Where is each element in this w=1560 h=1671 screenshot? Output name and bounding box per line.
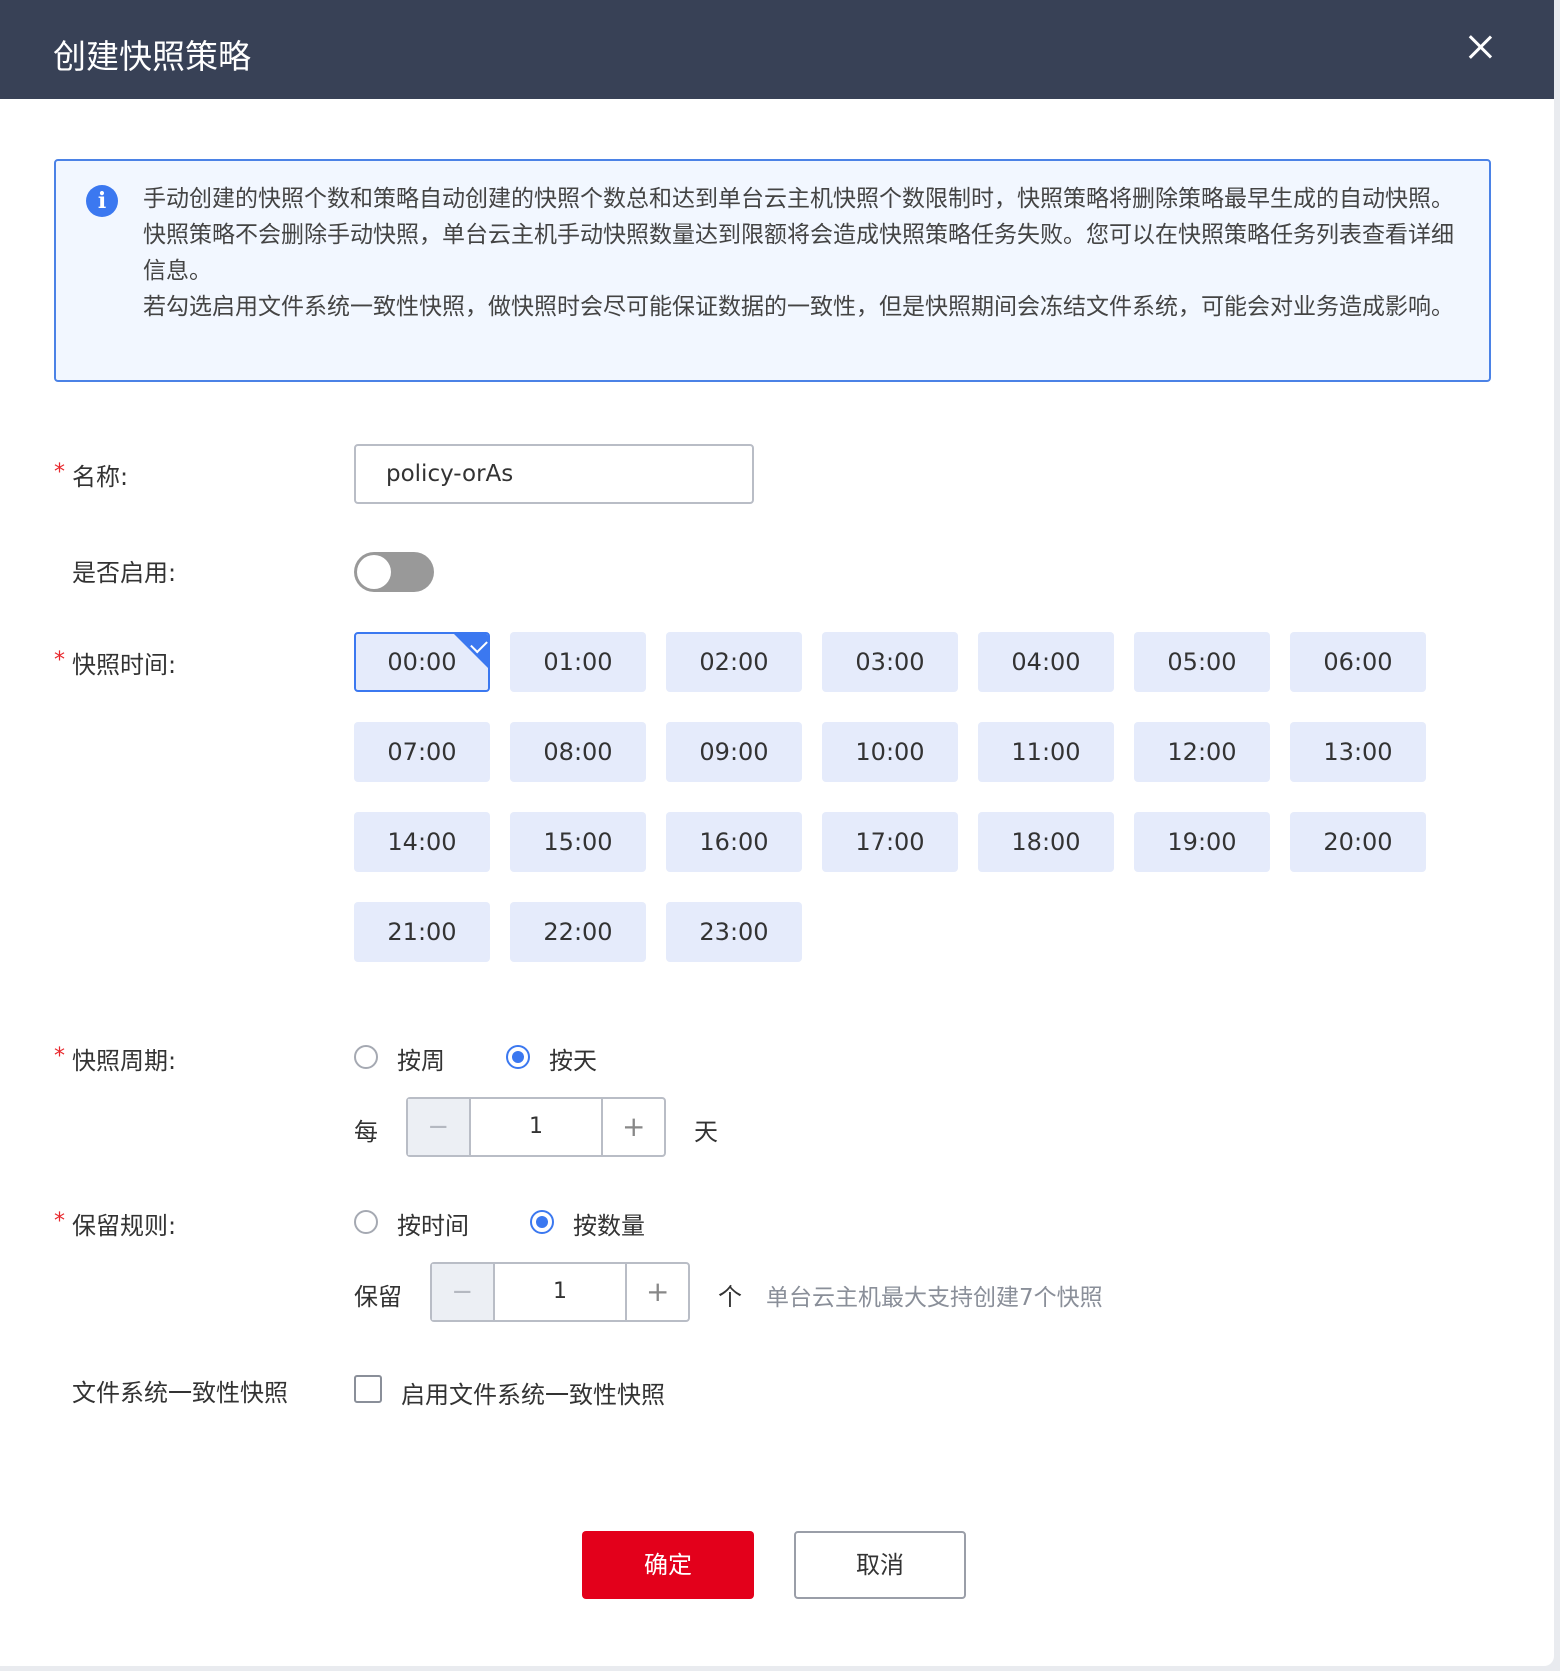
hour-option-label: 21:00 xyxy=(387,918,457,946)
fs-consistency-checkbox[interactable] xyxy=(354,1375,382,1403)
hour-option[interactable]: 02:00 xyxy=(666,632,802,692)
hour-option[interactable]: 01:00 xyxy=(510,632,646,692)
fs-consistency-label: 文件系统一致性快照 xyxy=(72,1379,288,1407)
name-label: 名称: xyxy=(72,463,129,491)
hour-option-label: 14:00 xyxy=(387,828,457,856)
required-mark: * xyxy=(54,460,65,485)
hour-option[interactable]: 03:00 xyxy=(822,632,958,692)
close-icon[interactable] xyxy=(1462,30,1498,66)
radio-period-weekly-label[interactable]: 按周 xyxy=(397,1041,445,1076)
retention-value[interactable]: 1 xyxy=(495,1264,626,1320)
hour-option-label: 19:00 xyxy=(1167,828,1237,856)
hour-option-label: 16:00 xyxy=(699,828,769,856)
hour-option-label: 12:00 xyxy=(1167,738,1237,766)
hour-option-label: 15:00 xyxy=(543,828,613,856)
hour-option[interactable]: 04:00 xyxy=(978,632,1114,692)
decrement-button[interactable]: − xyxy=(408,1099,471,1155)
required-mark: * xyxy=(54,648,65,673)
hour-option[interactable]: 11:00 xyxy=(978,722,1114,782)
radio-retention-count-label[interactable]: 按数量 xyxy=(573,1206,645,1241)
hour-option-label: 20:00 xyxy=(1323,828,1393,856)
hour-option-label: 03:00 xyxy=(855,648,925,676)
hour-option[interactable]: 12:00 xyxy=(1134,722,1270,782)
radio-retention-time-label[interactable]: 按时间 xyxy=(397,1206,469,1241)
hour-option[interactable]: 07:00 xyxy=(354,722,490,782)
hour-option-label: 07:00 xyxy=(387,738,457,766)
hour-option-label: 06:00 xyxy=(1323,648,1393,676)
hour-option-label: 17:00 xyxy=(855,828,925,856)
hour-option[interactable]: 19:00 xyxy=(1134,812,1270,872)
hour-option[interactable]: 17:00 xyxy=(822,812,958,872)
hour-option[interactable]: 00:00 xyxy=(354,632,490,692)
hour-option[interactable]: 20:00 xyxy=(1290,812,1426,872)
create-snapshot-policy-dialog: 创建快照策略 i 手动创建的快照个数和策略自动创建的快照个数总和达到单台云主机快… xyxy=(0,0,1554,1666)
confirm-button[interactable]: 确定 xyxy=(582,1531,754,1599)
radio-period-weekly[interactable] xyxy=(354,1045,378,1069)
required-mark: * xyxy=(54,1209,65,1234)
hour-option[interactable]: 10:00 xyxy=(822,722,958,782)
period-value[interactable]: 1 xyxy=(471,1099,602,1155)
hour-option-label: 05:00 xyxy=(1167,648,1237,676)
hour-option-label: 01:00 xyxy=(543,648,613,676)
hour-option-label: 22:00 xyxy=(543,918,613,946)
notice-text: 手动创建的快照个数和策略自动创建的快照个数总和达到单台云主机快照个数限制时，快照… xyxy=(143,181,1473,325)
hour-option-label: 10:00 xyxy=(855,738,925,766)
hour-option[interactable]: 23:00 xyxy=(666,902,802,962)
hour-option-label: 09:00 xyxy=(699,738,769,766)
hour-option[interactable]: 15:00 xyxy=(510,812,646,872)
retention-rule-label: 保留规则: xyxy=(72,1212,177,1240)
hour-option-label: 11:00 xyxy=(1011,738,1081,766)
hour-option[interactable]: 06:00 xyxy=(1290,632,1426,692)
period-stepper: − 1 + xyxy=(406,1097,666,1157)
retention-hint: 单台云主机最大支持创建7个快照 xyxy=(766,1285,1103,1311)
dialog-header: 创建快照策略 xyxy=(0,0,1554,99)
decrement-button[interactable]: − xyxy=(432,1264,495,1320)
hour-grid: 00:00 01:00 02:00 03:00 04:00 05:00 06:00 07:00… xyxy=(354,632,1484,962)
name-input[interactable]: policy-orAs xyxy=(354,444,754,504)
hour-option[interactable]: 13:00 xyxy=(1290,722,1426,782)
hour-option-label: 04:00 xyxy=(1011,648,1081,676)
retention-stepper: − 1 + xyxy=(430,1262,690,1322)
dialog-title: 创建快照策略 xyxy=(53,37,251,76)
hour-option[interactable]: 21:00 xyxy=(354,902,490,962)
radio-period-daily[interactable] xyxy=(506,1045,530,1069)
increment-button[interactable]: + xyxy=(601,1099,664,1155)
fs-consistency-checkbox-label[interactable]: 启用文件系统一致性快照 xyxy=(401,1375,665,1410)
keep-suffix: 个 xyxy=(718,1283,742,1311)
cancel-button[interactable]: 取消 xyxy=(794,1531,966,1599)
every-suffix: 天 xyxy=(694,1118,718,1146)
toggle-knob xyxy=(357,555,391,589)
info-icon: i xyxy=(86,185,118,217)
radio-retention-count[interactable] xyxy=(530,1210,554,1234)
hour-option[interactable]: 09:00 xyxy=(666,722,802,782)
hour-option-label: 02:00 xyxy=(699,648,769,676)
snapshot-period-label: 快照周期: xyxy=(72,1047,177,1075)
hour-option-label: 23:00 xyxy=(699,918,769,946)
radio-period-daily-label[interactable]: 按天 xyxy=(549,1041,597,1076)
radio-retention-time[interactable] xyxy=(354,1210,378,1234)
hour-option-label: 08:00 xyxy=(543,738,613,766)
increment-button[interactable]: + xyxy=(625,1264,688,1320)
hour-option-label: 00:00 xyxy=(387,648,457,676)
enabled-toggle[interactable] xyxy=(354,552,434,592)
hour-option[interactable]: 08:00 xyxy=(510,722,646,782)
hour-option[interactable]: 14:00 xyxy=(354,812,490,872)
hour-option[interactable]: 18:00 xyxy=(978,812,1114,872)
every-prefix: 每 xyxy=(354,1118,378,1146)
info-notice: i 手动创建的快照个数和策略自动创建的快照个数总和达到单台云主机快照个数限制时，… xyxy=(54,159,1491,382)
hour-option-label: 18:00 xyxy=(1011,828,1081,856)
notice-line-1: 手动创建的快照个数和策略自动创建的快照个数总和达到单台云主机快照个数限制时，快照… xyxy=(143,186,1454,284)
enabled-label: 是否启用: xyxy=(72,559,177,587)
hour-option-label: 13:00 xyxy=(1323,738,1393,766)
hour-option[interactable]: 05:00 xyxy=(1134,632,1270,692)
hour-option[interactable]: 16:00 xyxy=(666,812,802,872)
notice-line-2: 若勾选启用文件系统一致性快照，做快照时会尽可能保证数据的一致性，但是快照期间会冻… xyxy=(143,294,1454,320)
hour-option[interactable]: 22:00 xyxy=(510,902,646,962)
snapshot-time-label: 快照时间: xyxy=(72,651,177,679)
required-mark: * xyxy=(54,1044,65,1069)
keep-prefix: 保留 xyxy=(354,1283,402,1311)
